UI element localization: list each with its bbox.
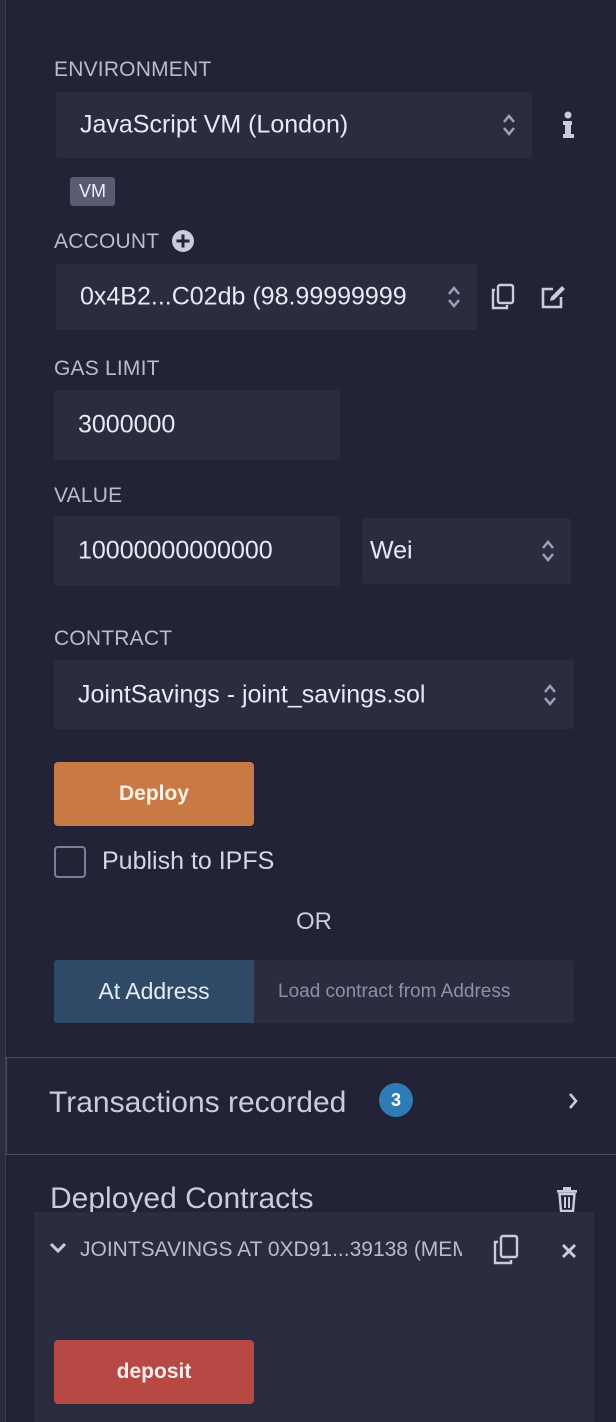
or-divider: OR: [296, 908, 332, 935]
select-arrows-icon: [503, 114, 515, 136]
copy-address-icon[interactable]: [492, 1234, 520, 1266]
value-unit: Wei: [370, 536, 413, 565]
publish-ipfs-checkbox[interactable]: [54, 846, 86, 878]
copy-icon[interactable]: [490, 283, 516, 311]
value-unit-select[interactable]: Wei: [362, 518, 571, 584]
add-account-icon[interactable]: [171, 229, 195, 253]
select-arrows-icon: [544, 683, 556, 706]
select-arrows-icon: [448, 286, 460, 308]
environment-select[interactable]: JavaScript VM (London): [56, 92, 532, 158]
value-amount: 10000000000000: [78, 536, 273, 565]
select-arrows-icon: [542, 540, 554, 562]
chevron-right-icon: [569, 1093, 578, 1109]
vm-badge: VM: [70, 177, 115, 206]
value-label: VALUE: [54, 484, 123, 507]
gas-limit-value: 3000000: [78, 410, 176, 439]
gas-limit-input[interactable]: 3000000: [54, 390, 340, 460]
value-input[interactable]: 10000000000000: [54, 516, 340, 586]
contract-select-value: JointSavings - joint_savings.sol: [78, 680, 426, 708]
at-address-placeholder: Load contract from Address: [278, 980, 511, 1002]
contract-select[interactable]: JointSavings - joint_savings.sol: [54, 660, 574, 729]
contract-instance-label: JOINTSAVINGS AT 0XD91...39138 (MEMORY): [80, 1238, 462, 1261]
deploy-button[interactable]: Deploy: [54, 762, 254, 826]
transactions-recorded-label: Transactions recorded: [49, 1086, 347, 1119]
deployed-contract-instance: JOINTSAVINGS AT 0XD91...39138 (MEMORY) d…: [34, 1212, 594, 1422]
trash-icon[interactable]: [556, 1186, 578, 1212]
info-icon[interactable]: [560, 110, 576, 140]
account-select-value: 0x4B2...C02db (98.99999999: [80, 282, 407, 311]
transactions-recorded-section[interactable]: Transactions recorded 3: [6, 1057, 616, 1155]
environment-label: ENVIRONMENT: [54, 58, 212, 81]
edit-icon[interactable]: [539, 284, 567, 310]
panel-left-border: [0, 0, 6, 1422]
deposit-button[interactable]: deposit: [54, 1340, 254, 1404]
gas-limit-label: GAS LIMIT: [54, 357, 160, 380]
transactions-count-badge: 3: [379, 1083, 413, 1117]
close-icon[interactable]: [561, 1243, 577, 1259]
at-address-button[interactable]: At Address: [54, 960, 254, 1023]
contract-label: CONTRACT: [54, 627, 173, 650]
environment-select-value: JavaScript VM (London): [80, 110, 349, 139]
at-address-input[interactable]: Load contract from Address: [254, 960, 574, 1023]
chevron-down-icon[interactable]: [48, 1241, 68, 1255]
deployed-contracts-title: Deployed Contracts: [50, 1182, 314, 1215]
account-label: ACCOUNT: [54, 230, 160, 253]
account-select[interactable]: 0x4B2...C02db (98.99999999: [56, 264, 477, 330]
publish-ipfs-label: Publish to IPFS: [102, 847, 275, 875]
